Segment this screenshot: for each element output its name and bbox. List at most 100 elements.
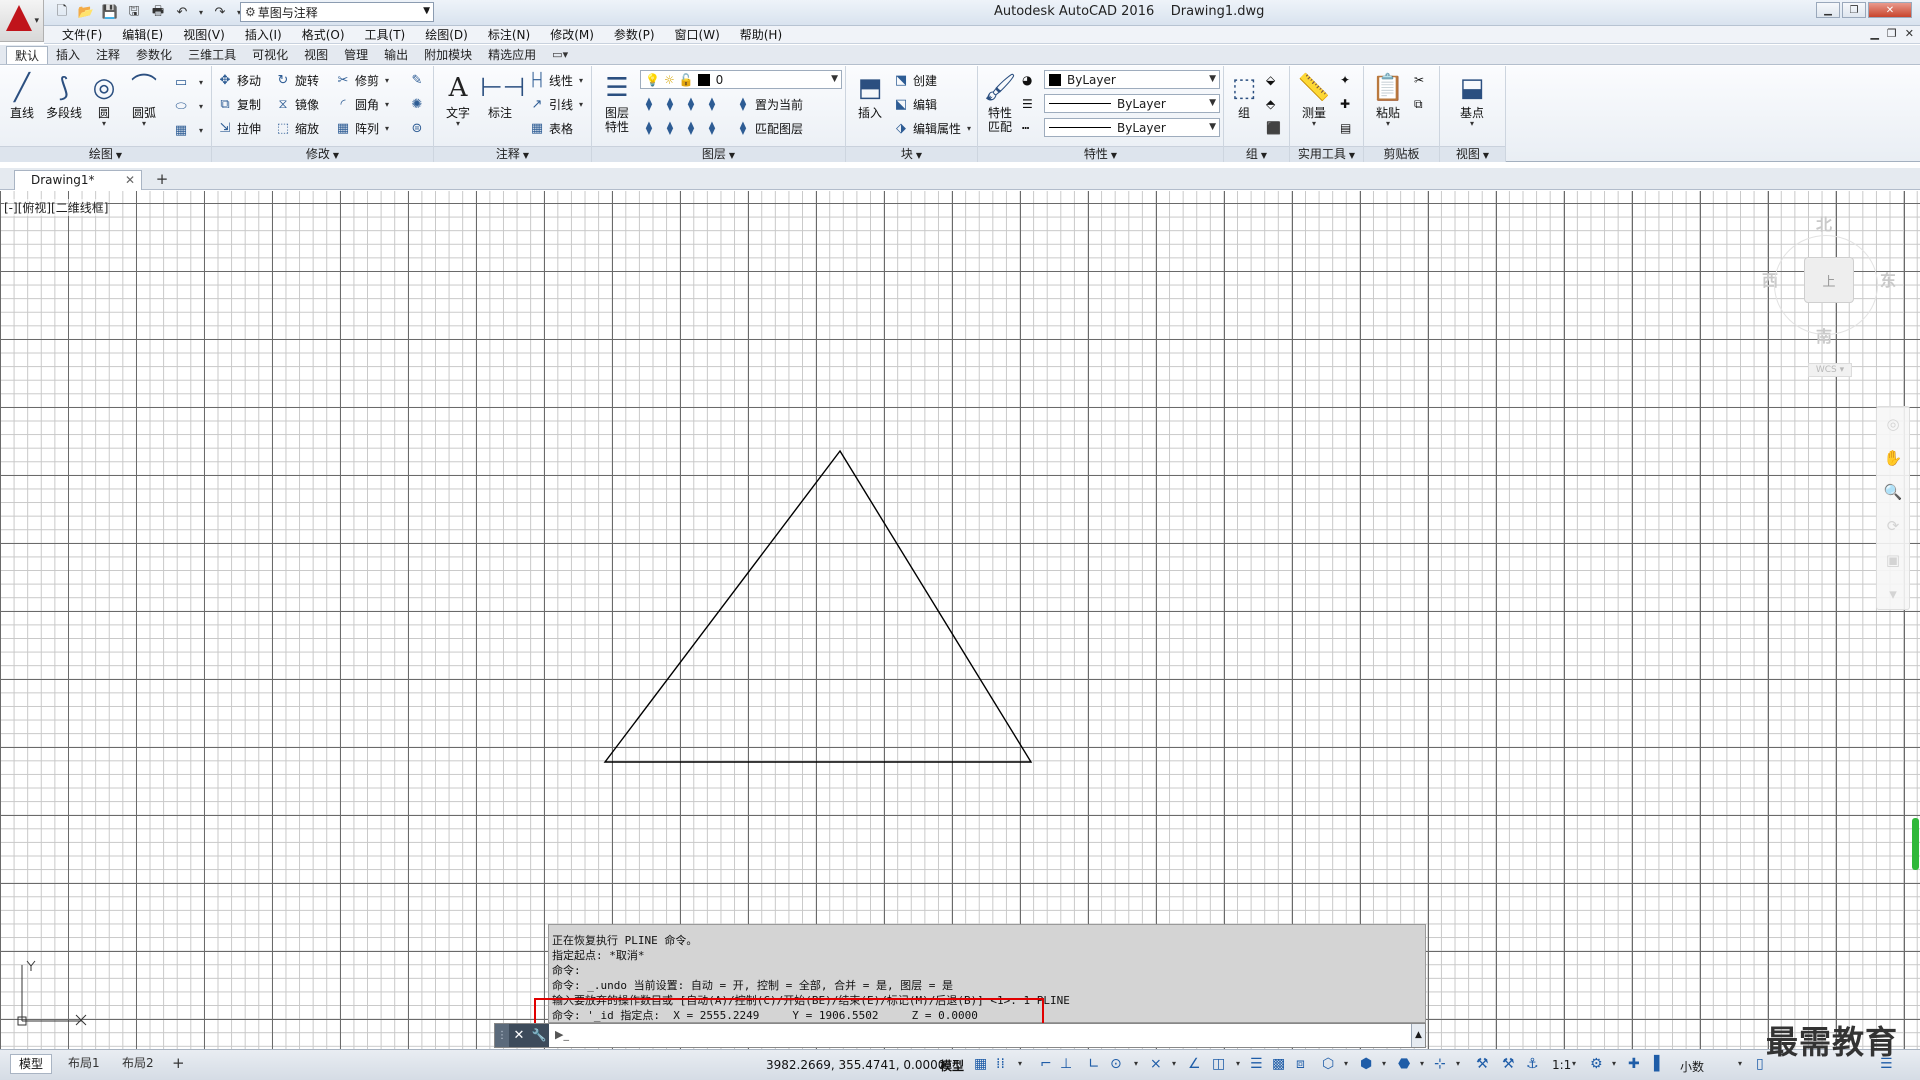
ungroup-icon[interactable]: ⬙ [1266,70,1275,90]
tab-annotate[interactable]: 注释 [88,46,128,64]
new-tab-button[interactable]: + [152,171,172,188]
menu-edit[interactable]: 编辑(E) [114,26,175,43]
chevron-down-icon[interactable]: ▾ [1612,1059,1616,1068]
doc-restore-icon[interactable]: ❐ [1887,27,1897,40]
save-as-icon[interactable]: 🖫 [124,3,144,22]
auto-scale-icon[interactable]: ⚒ [1502,1056,1515,1072]
wrench-icon[interactable]: 🔧 [529,1024,549,1047]
close-icon[interactable]: ✕ [509,1024,529,1047]
layer-on-icon[interactable]: ⧫ [640,121,658,136]
layer-lock-icon[interactable]: ⧫ [703,97,721,112]
snap-icon[interactable]: ⁞⁞ [996,1056,1005,1072]
undo-icon[interactable]: ↶ [172,3,192,22]
cut-icon[interactable]: ✂ [1414,70,1424,90]
viewcube-east[interactable]: 东 [1880,267,1896,291]
lineweight-display-icon[interactable]: ☰ [1250,1056,1263,1072]
quick-properties-icon[interactable]: ▯ [1756,1056,1764,1072]
scale-button[interactable]: ⬚ 缩放 [274,118,319,138]
layer-freeze-icon[interactable]: ⧫ [682,97,700,112]
command-input[interactable] [579,1026,1379,1045]
hatch-button[interactable]: ▦ ▾ [172,120,203,140]
polar-tracking-icon[interactable]: ⊙ [1110,1056,1122,1072]
wcs-menu[interactable]: WCS ▾ [1808,363,1852,377]
panel-groups-title[interactable]: 组 ▼ [1224,146,1289,162]
panel-block-title[interactable]: 块 ▼ [846,146,977,162]
chevron-down-icon[interactable]: ▾ [1344,1059,1348,1068]
infer-constraints-icon[interactable]: ⌐ [1040,1056,1052,1072]
panel-layers-title[interactable]: 图层 ▼ [592,146,845,162]
panel-annotation-title[interactable]: 注释 ▼ [434,146,591,162]
minimize-button[interactable]: ▁ [1816,2,1840,18]
group-button[interactable]: ⬚ 组 [1226,70,1262,120]
layer-unisolate-icon[interactable]: ⧫ [661,121,679,136]
color-select[interactable]: ByLayer ▼ [1044,70,1220,89]
match-layer-button[interactable]: ⧫ 匹配图层 [734,118,803,138]
grid-icon[interactable]: ▦ [974,1056,987,1072]
drag-handle-icon[interactable]: ⋮ [495,1024,509,1047]
point-icon[interactable]: ✚ [1340,94,1350,114]
table-button[interactable]: ▦ 表格 [528,118,573,138]
tab-featured-apps[interactable]: 精选应用 [480,46,544,64]
tab-parametric[interactable]: 参数化 [128,46,180,64]
line-button[interactable]: ╱ 直线 [2,70,42,120]
workspace-switch-icon[interactable]: ⚙ [1590,1056,1603,1072]
array-button[interactable]: ▦ 阵列 ▾ [334,118,389,138]
move-button[interactable]: ✥ 移动 [216,70,261,90]
viewcube[interactable]: 北 西 东 南 上 [1752,211,1912,346]
color-wheel-icon[interactable]: ◕ [1022,70,1032,90]
chevron-down-icon[interactable]: ▾ [1572,1059,1576,1068]
base-view-button[interactable]: ⬓ 基点 ▾ [1452,70,1492,128]
rectangle-button[interactable]: ▭ ▾ [172,72,203,92]
circle-button[interactable]: ◎ 圆 ▾ [84,70,124,128]
tab-layout2[interactable]: 布局2 [114,1054,162,1074]
orbit-icon[interactable]: ⟳ [1877,509,1909,543]
mirror-button[interactable]: ⧖ 镜像 [274,94,319,114]
menu-insert[interactable]: 插入(I) [237,26,294,43]
paste-button[interactable]: 📋 粘贴 ▾ [1368,70,1408,128]
ellipse-button[interactable]: ⬭ ▾ [172,96,203,116]
doc-minimize-icon[interactable]: ▁ [1870,27,1878,40]
selection-filter-icon[interactable]: ⬣ [1398,1056,1410,1072]
tab-visualize[interactable]: 可视化 [244,46,296,64]
chevron-down-icon[interactable]: ▾ [1456,1059,1460,1068]
linear-dim-button[interactable]: ├┤ 线性 ▾ [528,70,583,90]
text-button[interactable]: A 文字 ▾ [438,70,478,128]
new-icon[interactable]: 🗋 [52,3,72,22]
menu-modify[interactable]: 修改(M) [542,26,606,43]
menu-dimension[interactable]: 标注(N) [480,26,542,43]
menu-draw[interactable]: 绘图(D) [417,26,480,43]
match-properties-button[interactable]: 🖌 特性 匹配 [982,70,1018,134]
copy-button[interactable]: ⧉ 复制 [216,94,261,114]
measure-button[interactable]: 📏 测量 ▾ [1294,70,1334,128]
cursor-coordinates[interactable]: 3982.2669, 355.4741, 0.0000 [766,1058,945,1072]
chevron-down-icon[interactable]: ▾ [1134,1059,1138,1068]
annotation-visibility-icon[interactable]: ⚒ [1476,1056,1489,1072]
chevron-down-icon[interactable]: ▾ [1738,1059,1742,1068]
layer-isolate-icon[interactable]: ⧫ [661,97,679,112]
tab-model[interactable]: 模型 [10,1054,53,1074]
open-icon[interactable]: 📂 [76,3,96,22]
maximize-button[interactable]: ❐ [1842,2,1866,18]
close-button[interactable]: ✕ [1868,2,1912,18]
dynamic-input-icon[interactable]: ⊥ [1060,1056,1072,1072]
application-menu-button[interactable]: ▾ [0,0,44,42]
insert-block-button[interactable]: ⬒ 插入 [850,70,890,120]
tab-manage[interactable]: 管理 [336,46,376,64]
tab-insert[interactable]: 插入 [48,46,88,64]
save-icon[interactable]: 💾 [100,3,120,22]
polyline-button[interactable]: ⟆ 多段线 [42,70,86,120]
menu-tools[interactable]: 工具(T) [357,26,418,43]
chevron-down-icon[interactable]: ▾ [1018,1059,1022,1068]
add-layout-button[interactable]: + [172,1054,185,1072]
chevron-down-icon[interactable]: ▾ [1236,1059,1240,1068]
menu-help[interactable]: 帮助(H) [732,26,794,43]
menu-format[interactable]: 格式(O) [294,26,357,43]
annotation-scale-icon[interactable]: ⚓ [1526,1056,1539,1072]
tab-layout1[interactable]: 布局1 [60,1054,108,1074]
dynamic-ucs-icon[interactable]: ⬢ [1360,1056,1372,1072]
tab-addins[interactable]: 附加模块 [416,46,480,64]
fillet-button[interactable]: ◜ 圆角 ▾ [334,94,389,114]
lineweight-select[interactable]: ByLayer ▼ [1044,94,1220,113]
drawing-canvas[interactable]: [-][俯视][二维线框] 北 西 东 南 上 WCS ▾ ◎ ✋ 🔍 ⟳ ▣ … [0,191,1920,1049]
isometric-icon[interactable]: ⨯ [1150,1056,1162,1072]
